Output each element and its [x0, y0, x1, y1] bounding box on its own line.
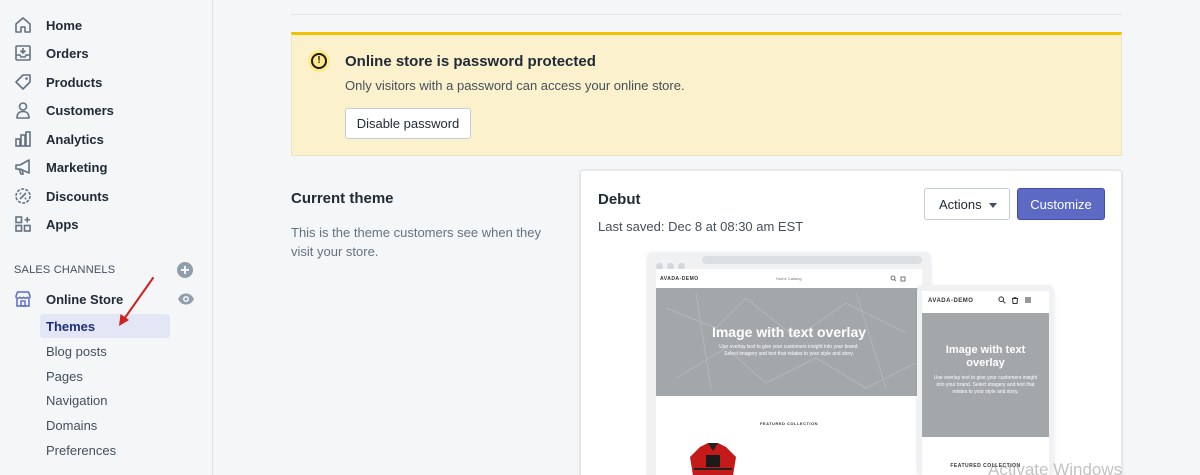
sidebar-item-label: Apps	[46, 216, 79, 232]
sidebar-item-analytics[interactable]: Analytics	[0, 125, 213, 153]
sidebar-item-apps[interactable]: Apps	[0, 210, 213, 238]
preview-menu: Home Catalog	[776, 276, 802, 281]
sidebar-item-marketing[interactable]: Marketing	[0, 153, 213, 181]
preview-hero-title: Image with text overlay	[945, 344, 1026, 369]
os-watermark: Activate Windows	[988, 460, 1123, 475]
sidebar-item-products[interactable]: Products	[0, 68, 213, 96]
desktop-theme-preview: AVADA-DEMO Home Catalog Image with text …	[647, 252, 931, 475]
theme-name: Debut	[598, 191, 641, 208]
sidebar-item-label: Discounts	[46, 188, 109, 204]
preview-hero-subtitle: Use overlay text to give your customers …	[933, 375, 1038, 395]
customize-button[interactable]: Customize	[1017, 188, 1105, 220]
preview-url-bar	[702, 256, 922, 264]
apps-icon	[13, 214, 33, 234]
current-theme-description: This is the theme customers see when the…	[291, 225, 542, 259]
preview-mobile-icons	[998, 296, 1032, 304]
banner-title: Online store is password protected	[345, 53, 596, 70]
sidebar-item-label: Marketing	[46, 159, 108, 175]
preview-page: AVADA-DEMO Home Catalog Image with text …	[656, 269, 922, 475]
annotation-arrow-icon	[119, 277, 154, 326]
sidebar-subitem-blog-posts[interactable]: Blog posts	[40, 339, 170, 363]
preview-hero-subtitle: Use overlay text to give your customers …	[719, 344, 859, 357]
preview-header-icons	[890, 275, 906, 282]
preview-page: AVADA-DEMO Image with text overlay Use o…	[922, 291, 1049, 475]
sidebar-item-customers[interactable]: Customers	[0, 96, 213, 124]
home-icon	[13, 15, 33, 35]
eye-icon	[178, 293, 194, 305]
person-icon	[13, 100, 33, 120]
preview-store-name: AVADA-DEMO	[928, 298, 974, 304]
preview-hero-title: Image with text overlay	[711, 324, 867, 340]
disable-password-button[interactable]: Disable password	[345, 108, 471, 139]
preview-hero-image: Image with text overlay Use overlay text…	[922, 313, 1049, 437]
mobile-theme-preview: AVADA-DEMO Image with text overlay Use o…	[917, 285, 1054, 475]
store-icon	[13, 289, 33, 309]
plus-icon	[181, 266, 189, 274]
sidebar-item-label: Products	[46, 74, 103, 90]
view-store-button[interactable]	[177, 291, 195, 307]
divider	[291, 14, 1122, 15]
orders-icon	[13, 43, 33, 63]
sidebar-subitem-navigation[interactable]: Navigation	[40, 388, 170, 412]
preview-featured-heading: FEATURED COLLECTION	[759, 421, 819, 426]
sidebar-item-label: Home	[46, 17, 83, 33]
current-theme-heading: Current theme	[291, 190, 394, 207]
sidebar-subitem-domains[interactable]: Domains	[40, 413, 170, 437]
password-protected-banner: ! Online store is password protected Onl…	[291, 32, 1122, 156]
add-sales-channel-button[interactable]	[177, 262, 193, 278]
sidebar-item-label: Analytics	[46, 131, 104, 147]
tag-icon	[13, 72, 33, 92]
sidebar-item-home[interactable]: Home	[0, 11, 213, 39]
preview-store-name: AVADA-DEMO	[660, 276, 699, 282]
bar-chart-icon	[13, 129, 33, 149]
preview-cart-icon	[1011, 297, 1019, 304]
actions-dropdown[interactable]: Actions	[924, 188, 1010, 220]
theme-last-saved: Last saved: Dec 8 at 08:30 am EST	[598, 219, 804, 234]
sales-channels-heading: SALES CHANNELS	[14, 264, 116, 276]
banner-description: Only visitors with a password can access…	[345, 78, 685, 93]
sidebar-item-discounts[interactable]: Discounts	[0, 182, 213, 210]
warning-icon: !	[308, 50, 330, 72]
jacket-product-image	[690, 443, 736, 475]
preview-search-icon	[998, 296, 1006, 304]
actions-label: Actions	[939, 196, 982, 212]
caret-down-icon	[989, 203, 997, 208]
preview-hero-image: Image with text overlay Use overlay text…	[656, 288, 922, 396]
hero-map-texture	[665, 292, 917, 389]
sidebar-item-label: Orders	[46, 45, 89, 61]
megaphone-icon	[13, 157, 33, 177]
sidebar: Home Orders Products Customers Analytics…	[0, 0, 213, 475]
preview-menu-icon	[1025, 297, 1031, 303]
sidebar-item-orders[interactable]: Orders	[0, 39, 213, 67]
sidebar-item-label: Customers	[46, 102, 114, 118]
discount-icon	[13, 186, 33, 206]
sidebar-subitem-preferences[interactable]: Preferences	[40, 438, 170, 462]
sidebar-subitem-pages[interactable]: Pages	[40, 364, 170, 388]
